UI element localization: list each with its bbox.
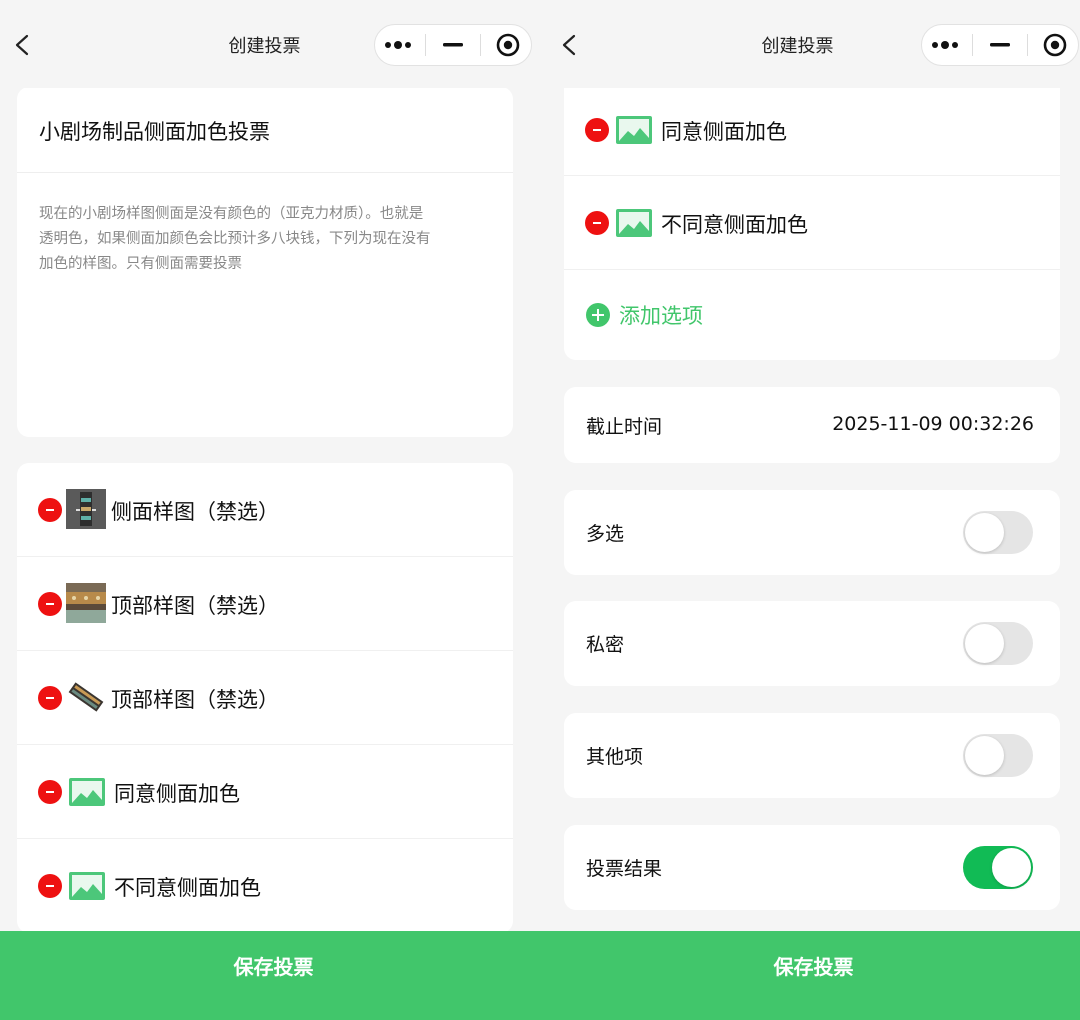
delete-option-icon[interactable] (585, 211, 609, 235)
setting-label: 投票结果 (586, 858, 663, 880)
option-label[interactable]: 顶部样图（禁选） (111, 684, 279, 714)
save-poll-button[interactable]: 保存投票 (0, 931, 547, 1020)
poll-title-input[interactable]: 小剧场制品侧面加色投票 (17, 87, 513, 173)
option-label[interactable]: 同意侧面加色 (114, 778, 240, 808)
option-label[interactable]: 同意侧面加色 (661, 116, 787, 146)
other-option-toggle[interactable] (963, 734, 1033, 777)
option-item: 不同意侧面加色 (17, 839, 513, 933)
option-item: 侧面样图（禁选） (17, 463, 513, 557)
toggle-knob (992, 848, 1031, 887)
setting-label: 其他项 (586, 746, 644, 768)
toggle-knob (965, 736, 1004, 775)
poll-description-input[interactable]: 现在的小剧场样图侧面是没有颜色的（亚克力材质）。也就是透明色，如果侧面加颜色会比… (17, 173, 513, 277)
vote-results-toggle[interactable] (963, 846, 1033, 889)
option-item: 顶部样图（禁选） (17, 651, 513, 745)
more-icon[interactable] (925, 30, 965, 60)
option-item: 不同意侧面加色 (564, 176, 1060, 270)
image-placeholder-icon[interactable] (69, 778, 105, 806)
nav-bar: 创建投票 (547, 0, 1080, 88)
options-card: 同意侧面加色 不同意侧面加色 添加选项 (564, 40, 1060, 360)
toggle-knob (965, 513, 1004, 552)
setting-label: 多选 (586, 523, 625, 545)
image-placeholder-icon[interactable] (616, 116, 652, 144)
option-label[interactable]: 不同意侧面加色 (114, 872, 261, 902)
setting-vote-results: 投票结果 (564, 825, 1060, 910)
deadline-value[interactable]: 2025-11-09 00:32:26 (832, 413, 1034, 435)
photo-thumbnail[interactable] (66, 677, 106, 717)
setting-label: 私密 (586, 634, 625, 656)
deadline-row[interactable]: 截止时间 2025-11-09 00:32:26 (564, 387, 1060, 463)
multi-select-toggle[interactable] (963, 511, 1033, 554)
left-screen: 创建投票 小剧场制品侧面加色投票 现在的小剧场样图侧面是没有颜色的（亚克力材质）… (0, 0, 547, 1020)
private-toggle[interactable] (963, 622, 1033, 665)
close-target-icon[interactable] (1035, 30, 1075, 60)
minimize-icon[interactable] (980, 30, 1020, 60)
delete-option-icon[interactable] (585, 118, 609, 142)
capsule-menu (374, 24, 532, 66)
nav-bar: 创建投票 (0, 0, 547, 88)
image-placeholder-icon[interactable] (69, 872, 105, 900)
close-target-icon[interactable] (488, 30, 528, 60)
capsule-divider (479, 34, 481, 56)
option-label[interactable]: 顶部样图（禁选） (111, 590, 279, 620)
photo-thumbnail[interactable] (66, 583, 106, 623)
save-poll-button[interactable]: 保存投票 (547, 931, 1080, 1020)
add-option-button[interactable]: 添加选项 (564, 270, 1060, 357)
right-screen: 同意侧面加色 不同意侧面加色 添加选项 创建投票 截止时间 2025-11-09… (547, 0, 1080, 1020)
delete-option-icon[interactable] (38, 686, 62, 710)
delete-option-icon[interactable] (38, 498, 62, 522)
option-item: 同意侧面加色 (564, 82, 1060, 176)
delete-option-icon[interactable] (38, 874, 62, 898)
setting-multi-select: 多选 (564, 490, 1060, 575)
option-item: 同意侧面加色 (17, 745, 513, 839)
capsule-menu (921, 24, 1079, 66)
capsule-divider (972, 34, 974, 56)
poll-info-card: 小剧场制品侧面加色投票 现在的小剧场样图侧面是没有颜色的（亚克力材质）。也就是透… (17, 87, 513, 437)
photo-thumbnail[interactable] (66, 489, 106, 529)
deadline-label: 截止时间 (586, 416, 663, 438)
toggle-knob (965, 624, 1004, 663)
setting-private: 私密 (564, 601, 1060, 686)
options-card: 侧面样图（禁选） 顶部样图（禁选） 顶部样图（禁选） 同意侧面加色 不同意侧面加… (17, 463, 513, 933)
delete-option-icon[interactable] (38, 592, 62, 616)
option-item: 顶部样图（禁选） (17, 557, 513, 651)
more-icon[interactable] (378, 30, 418, 60)
option-label[interactable]: 侧面样图（禁选） (111, 496, 279, 526)
minimize-icon[interactable] (433, 30, 473, 60)
add-icon (586, 303, 610, 327)
capsule-divider (425, 34, 427, 56)
setting-other-option: 其他项 (564, 713, 1060, 798)
image-placeholder-icon[interactable] (616, 209, 652, 237)
capsule-divider (1026, 34, 1028, 56)
add-option-label: 添加选项 (619, 304, 703, 328)
delete-option-icon[interactable] (38, 780, 62, 804)
option-label[interactable]: 不同意侧面加色 (661, 209, 808, 239)
